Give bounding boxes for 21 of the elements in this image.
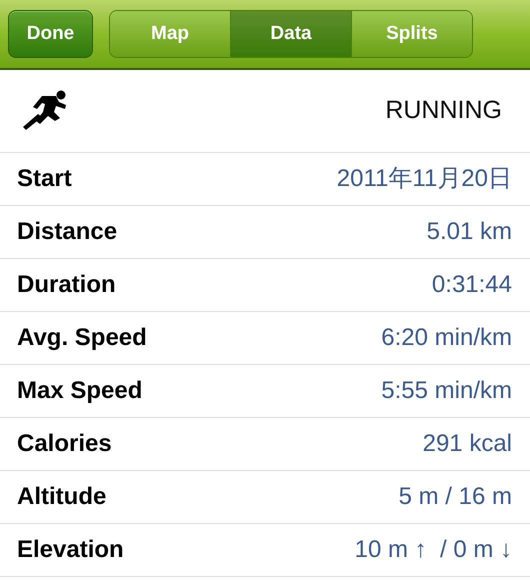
row-label: Duration: [17, 270, 116, 300]
row-value: 0:31:44: [432, 270, 512, 300]
row-label: Avg. Speed: [17, 323, 147, 353]
row-value: 5.01 km: [426, 217, 512, 247]
row-value: 10 m ↑ / 0 m ↓: [354, 535, 512, 565]
segment-tab[interactable]: Map: [110, 11, 231, 57]
done-button[interactable]: Done: [8, 10, 93, 58]
segment-tab[interactable]: Splits: [352, 11, 472, 57]
row-value: 291 kcal: [422, 429, 512, 459]
row-value: 5:55 min/km: [381, 376, 512, 406]
activity-name: RUNNING: [385, 95, 502, 126]
row-label: Elevation: [17, 535, 124, 565]
segment-tab[interactable]: Data: [231, 11, 352, 57]
row-label: Calories: [17, 429, 112, 459]
row-label: Start: [17, 164, 72, 194]
row-label: Distance: [17, 217, 118, 247]
row-value: 2011年11月20日: [336, 164, 512, 194]
row-value: 5 m / 16 m: [398, 482, 512, 512]
row-label: Max Speed: [17, 376, 142, 406]
row-value: 6:20 min/km: [381, 323, 512, 353]
row-label: Altitude: [17, 482, 106, 512]
